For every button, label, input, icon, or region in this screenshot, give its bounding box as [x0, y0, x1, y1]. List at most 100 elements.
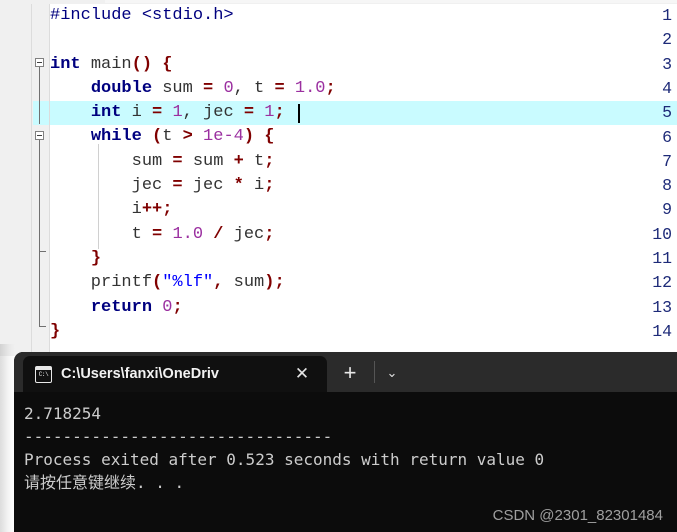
code-line[interactable]: #include <stdio.h> — [50, 4, 677, 28]
code-token: } — [50, 321, 61, 341]
code-line[interactable]: while (t > 1e-4) { — [50, 125, 677, 149]
window-chrome-strip-right — [105, 0, 677, 3]
code-token: ) — [243, 127, 255, 147]
code-token: , t — [233, 78, 275, 98]
fold-guide-main — [39, 67, 40, 124]
code-line[interactable]: } — [50, 247, 677, 271]
code-token: while — [90, 127, 142, 147]
code-token: = — [172, 176, 183, 196]
code-token: i — [50, 200, 142, 220]
csdn-watermark: CSDN @2301_82301484 — [492, 507, 663, 524]
code-token: double — [90, 78, 153, 98]
code-line[interactable] — [50, 28, 677, 52]
code-token: = — [203, 78, 214, 98]
code-token: ; — [264, 176, 275, 196]
code-token: sum — [223, 273, 265, 293]
code-line[interactable]: } — [50, 320, 677, 344]
code-line[interactable]: double sum = 0, t = 1.0; — [50, 77, 677, 101]
cmd-console-icon-label: C:\ — [38, 370, 49, 378]
code-token: , jec — [182, 103, 244, 123]
code-token: 1e-4 — [203, 127, 244, 147]
code-line[interactable]: int i = 1, jec = 1; — [50, 101, 677, 125]
code-token: 1.0 — [294, 78, 326, 98]
tab-bar-divider — [374, 361, 375, 383]
chevron-down-icon[interactable]: ⌄ — [380, 363, 404, 383]
code-line[interactable]: t = 1.0 / jec; — [50, 223, 677, 247]
code-token: sum — [182, 151, 234, 171]
fold-marker-line3[interactable] — [35, 58, 44, 67]
terminal-output-line: Process exited after 0.523 seconds with … — [24, 450, 545, 469]
code-token: sum — [152, 78, 204, 98]
code-text-area[interactable]: #include <stdio.h> int main() { double s… — [50, 4, 677, 356]
code-token: + — [233, 151, 244, 171]
code-token: , — [213, 273, 224, 293]
code-token: * — [233, 176, 244, 196]
code-token: jec — [182, 176, 234, 196]
code-token: 0 — [162, 297, 173, 317]
code-token: t — [162, 127, 183, 147]
code-token: / — [213, 224, 224, 244]
code-token: = — [274, 78, 285, 98]
code-token: ; — [172, 297, 183, 317]
code-token: int — [50, 54, 81, 74]
code-token: = — [172, 151, 183, 171]
fold-guide-while — [39, 140, 40, 251]
cmd-console-icon: C:\ — [35, 365, 52, 383]
code-token: main — [90, 54, 132, 74]
terminal-output-line: 2.718254 — [24, 404, 102, 423]
code-token: t — [50, 224, 153, 244]
code-editor[interactable]: 1 2 3 4 5 6 7 8 9 10 11 12 13 14 #includ… — [0, 4, 677, 356]
code-token: ; — [264, 224, 275, 244]
code-token: ++; — [141, 200, 173, 220]
screenshot-root: 1 2 3 4 5 6 7 8 9 10 11 12 13 14 #includ… — [0, 0, 677, 532]
code-line[interactable]: int main() { — [50, 53, 677, 77]
code-line[interactable]: i++; — [50, 198, 677, 222]
text-cursor — [298, 104, 300, 123]
code-token: ; — [325, 78, 336, 98]
close-icon[interactable]: ✕ — [293, 365, 311, 383]
code-token: } — [90, 248, 102, 268]
code-token: sum — [50, 151, 173, 171]
code-token: { — [264, 127, 275, 147]
code-token: t — [243, 151, 265, 171]
code-token: jec — [223, 224, 265, 244]
new-tab-icon[interactable]: + — [339, 362, 361, 384]
code-token: jec — [50, 176, 173, 196]
terminal-window[interactable]: C:\ C:\Users\fanxi\OneDriv ✕ + ⌄ 2.71825… — [14, 352, 677, 532]
fold-guide-main-lower — [39, 251, 40, 326]
code-line[interactable]: sum = sum + t; — [50, 150, 677, 174]
code-token: ( — [152, 127, 163, 147]
terminal-tab-bar[interactable]: C:\ C:\Users\fanxi\OneDriv ✕ + ⌄ — [14, 352, 677, 392]
code-token: ) — [264, 273, 275, 293]
code-token: i — [121, 103, 153, 123]
code-token: = — [152, 103, 163, 123]
code-line[interactable]: printf("%lf", sum); — [50, 271, 677, 295]
code-line[interactable]: jec = jec * i; — [50, 174, 677, 198]
code-folding-gutter[interactable] — [32, 4, 50, 356]
code-token: return — [90, 297, 153, 317]
code-token: ; — [274, 273, 285, 293]
code-token: () — [131, 54, 153, 74]
code-token: printf — [50, 273, 153, 293]
code-token: 1 — [264, 103, 275, 123]
fold-end-tick-main — [39, 326, 46, 327]
code-token: 1 — [172, 103, 183, 123]
code-token: ( — [152, 273, 163, 293]
terminal-tab-active[interactable]: C:\ C:\Users\fanxi\OneDriv ✕ — [23, 356, 327, 392]
code-line[interactable]: return 0; — [50, 296, 677, 320]
code-token: 1.0 — [172, 224, 204, 244]
fold-end-tick-while — [39, 251, 46, 252]
fold-marker-line6[interactable] — [35, 131, 44, 140]
code-token: int — [90, 103, 122, 123]
